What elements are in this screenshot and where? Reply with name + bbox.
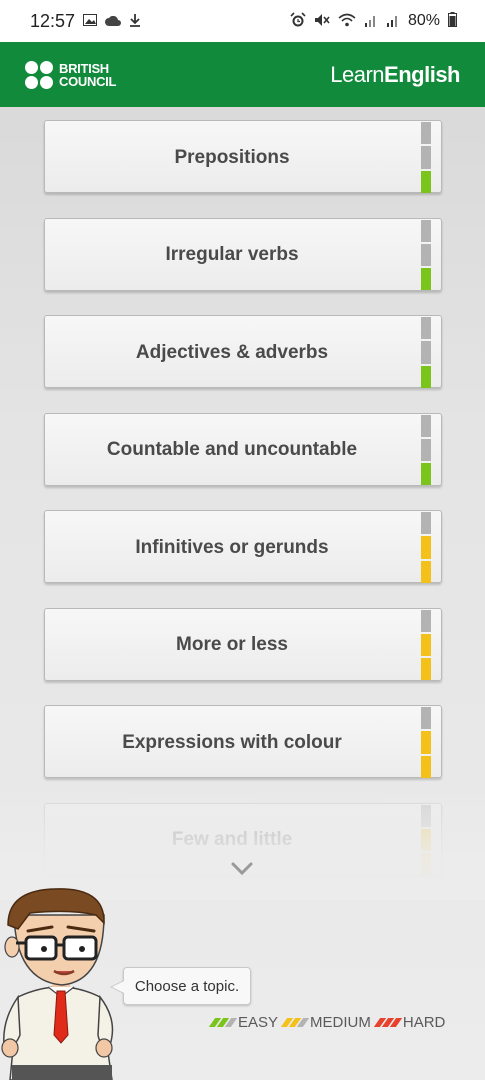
difficulty-segment	[421, 633, 431, 657]
difficulty-legend: EASY MEDIUM HARD	[208, 1011, 446, 1033]
topic-card[interactable]: More or less	[44, 607, 442, 681]
legend-hard: HARD	[373, 1013, 446, 1031]
difficulty-indicator	[421, 512, 431, 583]
logo-line-1: BRITISH	[59, 60, 109, 76]
status-time: 12:57	[30, 10, 76, 31]
battery-icon	[448, 12, 457, 30]
difficulty-segment	[421, 317, 431, 340]
difficulty-segment	[421, 609, 431, 632]
speech-bubble-tail-inner	[112, 981, 124, 993]
alarm-icon	[290, 11, 306, 31]
difficulty-indicator	[421, 707, 431, 778]
topic-card[interactable]: Expressions with colour	[44, 705, 442, 778]
difficulty-indicator	[421, 219, 431, 291]
chevron-down-icon[interactable]	[230, 860, 254, 878]
logo-dots-icon	[25, 60, 53, 89]
app-title-bold: English	[384, 61, 460, 87]
topic-label: Irregular verbs	[165, 244, 299, 265]
app-header: BRITISH COUNCIL LearnEnglish	[0, 42, 485, 107]
status-left: 12:57	[30, 11, 141, 32]
difficulty-segment	[421, 341, 431, 364]
difficulty-indicator	[421, 317, 431, 388]
legend-medium: MEDIUM	[280, 1013, 371, 1031]
image-icon	[83, 13, 98, 29]
difficulty-segment	[421, 463, 431, 486]
topic-card[interactable]: Countable and uncountable	[44, 412, 442, 486]
wifi-icon	[338, 13, 356, 30]
medium-stripes-icon	[280, 1017, 310, 1027]
difficulty-segment	[421, 755, 431, 778]
topic-card[interactable]: Prepositions	[44, 120, 442, 193]
difficulty-segment	[421, 512, 431, 535]
topic-card[interactable]: Infinitives or gerunds	[44, 510, 442, 583]
cloud-icon	[105, 13, 122, 29]
difficulty-segment	[421, 365, 431, 388]
topic-card[interactable]: Irregular verbs	[44, 217, 442, 291]
mute-icon	[314, 13, 330, 30]
speech-text: Choose a topic.	[134, 977, 240, 995]
teacher-mascot	[0, 885, 125, 1080]
british-council-logo: BRITISH COUNCIL	[25, 60, 116, 89]
topic-label: Infinitives or gerunds	[135, 536, 329, 558]
difficulty-segment	[421, 170, 431, 193]
speech-bubble: Choose a topic.	[123, 967, 251, 1005]
difficulty-segment	[421, 438, 431, 462]
list-fade	[0, 790, 485, 900]
difficulty-segment	[421, 707, 431, 730]
logo-text: BRITISH COUNCIL	[59, 62, 116, 88]
easy-stripes-icon	[208, 1017, 238, 1027]
app-title: LearnEnglish	[330, 62, 460, 88]
topic-card[interactable]: Adjectives & adverbs	[44, 315, 442, 388]
difficulty-segment	[421, 219, 431, 242]
legend-hard-label: HARD	[402, 1013, 446, 1031]
difficulty-segment	[421, 658, 431, 681]
difficulty-indicator	[421, 609, 431, 681]
topic-label: Expressions with colour	[122, 731, 342, 753]
status-bar: 12:57 80%	[0, 0, 485, 42]
difficulty-segment	[421, 268, 431, 291]
topic-label: Prepositions	[174, 146, 290, 168]
signal-icon	[386, 13, 400, 30]
difficulty-indicator	[421, 122, 431, 193]
topic-label: Adjectives & adverbs	[135, 341, 329, 363]
difficulty-segment	[421, 560, 431, 583]
difficulty-indicator	[421, 414, 431, 486]
difficulty-segment	[421, 146, 431, 169]
battery-percent: 80%	[407, 12, 440, 29]
status-right: 80%	[290, 11, 457, 31]
topic-label: Countable and uncountable	[106, 439, 358, 460]
difficulty-segment	[421, 243, 431, 267]
logo-line-2: COUNCIL	[59, 73, 117, 89]
difficulty-segment	[421, 536, 431, 559]
legend-easy: EASY	[208, 1013, 279, 1031]
legend-medium-label: MEDIUM	[310, 1013, 371, 1031]
difficulty-segment	[421, 731, 431, 754]
topic-label: More or less	[176, 634, 288, 655]
app-title-light: Learn	[330, 61, 385, 87]
difficulty-segment	[421, 414, 431, 437]
difficulty-segment	[421, 122, 431, 145]
download-icon	[129, 13, 141, 30]
signal-icon	[364, 13, 378, 30]
legend-easy-label: EASY	[238, 1013, 279, 1031]
hard-stripes-icon	[373, 1017, 403, 1027]
topic-list: Prepositions Irregular verbs Adjectives & …	[44, 120, 442, 900]
